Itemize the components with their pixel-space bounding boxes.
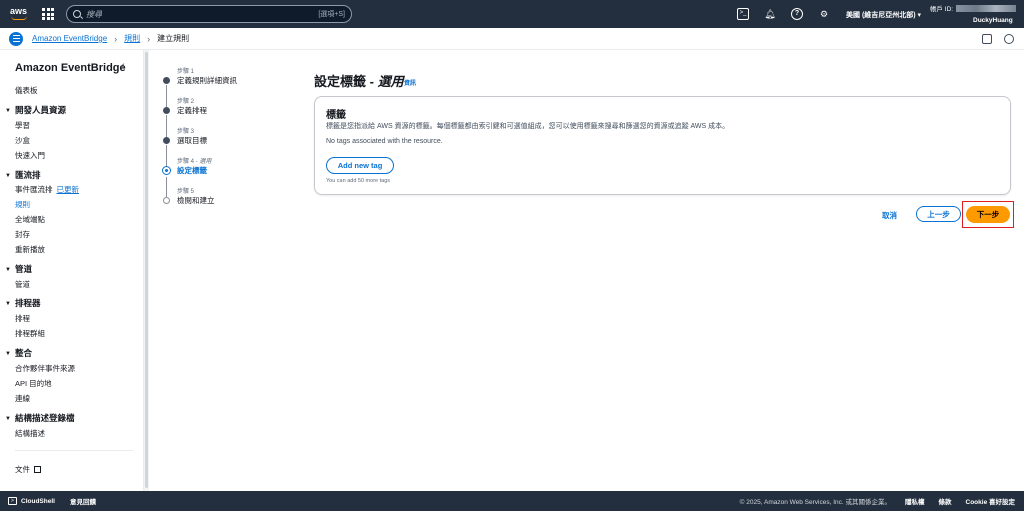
sidebar-item-rules[interactable]: 規則 bbox=[15, 199, 30, 210]
sidebar-section-buses[interactable]: 匯流排 bbox=[5, 169, 41, 181]
sidebar-item-schedules[interactable]: 排程 bbox=[15, 313, 30, 324]
sidebar-item-connections[interactable]: 連線 bbox=[15, 393, 30, 404]
sidebar-item-partner-sources[interactable]: 合作夥伴事件來源 bbox=[15, 363, 75, 374]
next-button[interactable]: 下一步 bbox=[966, 206, 1010, 223]
sidebar-divider bbox=[15, 450, 133, 451]
breadcrumb-rules[interactable]: 規則 bbox=[124, 33, 140, 44]
step-connector bbox=[166, 115, 167, 137]
search-box[interactable]: [選項+S] bbox=[66, 5, 352, 23]
feedback-icon[interactable] bbox=[982, 34, 992, 44]
search-icon bbox=[73, 10, 81, 18]
services-grid-icon[interactable] bbox=[42, 8, 54, 20]
footer: > CloudShell 意見回饋 © 2025, Amazon Web Ser… bbox=[0, 491, 1024, 511]
region-selector[interactable]: 美國 (維吉尼亞州北部) ▾ bbox=[846, 10, 921, 20]
bell-icon[interactable]: 🔔︎ bbox=[764, 8, 776, 20]
privacy-link[interactable]: 隱私權 bbox=[905, 496, 925, 506]
sidebar-item-replays[interactable]: 重新播放 bbox=[15, 244, 45, 255]
sidebar-title: Amazon EventBridge bbox=[15, 62, 126, 74]
gear-icon[interactable]: ⚙ bbox=[818, 8, 830, 20]
breadcrumb: Amazon EventBridge › 規則 › 建立規則 bbox=[32, 33, 189, 44]
sidebar-item-api-destinations[interactable]: API 目的地 bbox=[15, 378, 52, 389]
panel-title: 標籤 bbox=[326, 110, 346, 121]
external-link-icon bbox=[34, 466, 41, 473]
sidebar-item-event-buses[interactable]: 事件匯流排 已更新 bbox=[15, 184, 79, 195]
account-id-label: 帳戶 ID: bbox=[930, 6, 954, 13]
account-id-redacted bbox=[956, 4, 1017, 12]
aws-logo[interactable]: aws bbox=[8, 5, 36, 23]
step-connector bbox=[166, 177, 167, 197]
sidebar-section-dev-resources[interactable]: 開發人員資源 bbox=[5, 104, 66, 116]
sidebar-item-pipes[interactable]: 管道 bbox=[15, 279, 30, 290]
sidebar-item-dashboard[interactable]: 儀表板 bbox=[15, 85, 38, 96]
account-menu[interactable]: 帳戶 ID: DuckyHuang bbox=[930, 3, 1017, 24]
chevron-right-icon: › bbox=[147, 33, 151, 44]
sidebar-item-sandbox[interactable]: 沙盒 bbox=[15, 135, 30, 146]
terms-link[interactable]: 條款 bbox=[939, 496, 952, 506]
collapse-icon[interactable]: ‹ bbox=[121, 60, 125, 72]
step-connector bbox=[166, 145, 167, 167]
cloudshell-link[interactable]: CloudShell bbox=[21, 498, 55, 505]
sidebar-item-global-endpoints[interactable]: 全域端點 bbox=[15, 214, 45, 225]
sidebar-section-scheduler[interactable]: 排程器 bbox=[5, 297, 41, 309]
updated-badge[interactable]: 已更新 bbox=[57, 185, 80, 194]
feedback-link[interactable]: 意見回饋 bbox=[70, 496, 96, 506]
top-navigation: aws [選項+S] >_ 🔔︎ ? ⚙ 美國 (維吉尼亞州北部) ▾ 帳戶 I… bbox=[0, 0, 1024, 28]
step-complete-icon bbox=[163, 137, 170, 144]
copyright: © 2025, Amazon Web Services, Inc. 或其關係企業… bbox=[739, 499, 892, 506]
tags-remaining-hint: You can add 50 more tags bbox=[326, 178, 391, 184]
step-complete-icon bbox=[163, 107, 170, 114]
step-connector bbox=[166, 85, 167, 107]
sidebar-item-learn[interactable]: 學習 bbox=[15, 120, 30, 131]
tags-panel: 標籤 標籤是您指派給 AWS 資源的標籤。每個標籤都由索引鍵和可選值組成，您可以… bbox=[314, 96, 1011, 195]
cloudshell-icon[interactable]: >_ bbox=[737, 8, 749, 20]
cancel-button[interactable]: 取消 bbox=[882, 210, 897, 221]
cookie-preferences-link[interactable]: Cookie 喜好設定 bbox=[966, 496, 1015, 506]
info-link[interactable]: 資訊 bbox=[404, 78, 416, 87]
sidebar-item-archives[interactable]: 封存 bbox=[15, 229, 30, 240]
sidebar-section-schema-registry[interactable]: 結構描述登錄檔 bbox=[5, 412, 75, 424]
add-new-tag-button[interactable]: Add new tag bbox=[326, 157, 394, 174]
sidebar-section-pipes[interactable]: 管道 bbox=[5, 263, 32, 275]
sidebar-section-integration[interactable]: 整合 bbox=[5, 347, 32, 359]
empty-tags-message: No tags associated with the resource. bbox=[326, 138, 443, 145]
previous-button[interactable]: 上一步 bbox=[916, 206, 961, 222]
search-input[interactable] bbox=[86, 9, 319, 19]
settings-icon[interactable] bbox=[1004, 34, 1014, 44]
search-shortcut: [選項+S] bbox=[318, 11, 345, 18]
page-title: 設定標籤 - 選用 bbox=[314, 74, 404, 89]
chevron-right-icon: › bbox=[114, 33, 118, 44]
sidebar-item-schemas[interactable]: 結構描述 bbox=[15, 428, 45, 439]
cloudshell-icon[interactable]: > bbox=[8, 497, 17, 505]
step-pending-icon bbox=[163, 197, 170, 204]
step-current-icon bbox=[162, 166, 171, 175]
sidebar-scrollbar[interactable] bbox=[144, 50, 149, 491]
menu-icon[interactable] bbox=[9, 31, 23, 46]
sidebar-item-quickstart[interactable]: 快速入門 bbox=[15, 150, 45, 161]
username: DuckyHuang bbox=[973, 17, 1013, 24]
sidebar: Amazon EventBridge ‹ 儀表板 開發人員資源 學習 沙盒 快速… bbox=[0, 50, 144, 491]
breadcrumb-eventbridge[interactable]: Amazon EventBridge bbox=[32, 34, 107, 43]
breadcrumb-bar: Amazon EventBridge › 規則 › 建立規則 bbox=[0, 28, 1024, 50]
sidebar-item-docs[interactable]: 文件 bbox=[15, 464, 41, 475]
step-complete-icon bbox=[163, 77, 170, 84]
breadcrumb-current: 建立規則 bbox=[157, 34, 190, 43]
panel-description: 標籤是您指派給 AWS 資源的標籤。每個標籤都由索引鍵和可選值組成，您可以使用標… bbox=[326, 123, 730, 130]
sidebar-item-schedule-groups[interactable]: 排程群組 bbox=[15, 328, 45, 339]
help-icon[interactable]: ? bbox=[791, 8, 803, 20]
